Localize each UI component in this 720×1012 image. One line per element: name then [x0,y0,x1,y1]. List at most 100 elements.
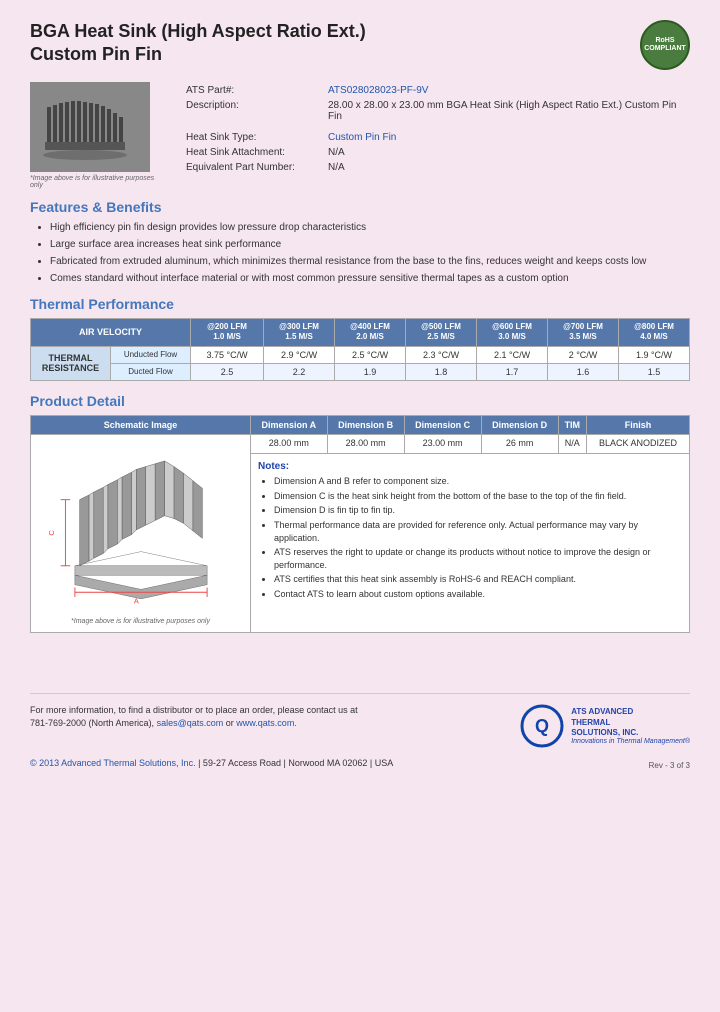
spacer-row [182,125,688,129]
footer-address: | 59-27 Access Road | Norwood MA 02062 |… [198,758,393,768]
col-schematic: Schematic Image [31,415,251,434]
part-label: ATS Part#: [182,84,322,97]
feature-item: High efficiency pin fin design provides … [50,221,690,235]
schematic-img-box: C A [41,438,241,618]
heat-sink-type-label: Heat Sink Type: [182,131,322,144]
footer-bottom: © 2013 Advanced Thermal Solutions, Inc. … [30,757,690,770]
product-detail-title: Product Detail [30,393,690,409]
col-dim-b: Dimension B [327,415,404,434]
schematic-svg: C A [46,443,236,613]
detail-values-row: C A *Image above is for illustrative pur… [31,434,690,453]
rohs-badge: RoHS COMPLIANT [640,20,690,70]
col-dim-d: Dimension D [481,415,558,434]
ducted-label: Ducted Flow [111,363,191,380]
equivalent-part-row: Equivalent Part Number: N/A [182,161,688,174]
thermal-performance-table: AIR VELOCITY @200 LFM 1.0 M/S @300 LFM 1… [30,318,690,381]
product-detail-main-table: Schematic Image Dimension A Dimension B … [30,415,690,633]
dim-c-value: 23.00 mm [404,434,481,453]
notes-section: Notes: Dimension A and B refer to compon… [254,457,686,606]
unducted-val-6: 1.9 °C/W [618,346,689,363]
footer-copyright-row: © 2013 Advanced Thermal Solutions, Inc. … [30,758,393,768]
features-list: High efficiency pin fin design provides … [30,221,690,286]
equivalent-part-label: Equivalent Part Number: [182,161,322,174]
col-dim-c: Dimension C [404,415,481,434]
rev-text: Rev - 3 of 3 [649,761,690,770]
title-block: BGA Heat Sink (High Aspect Ratio Ext.) C… [30,20,366,67]
note-item: ATS reserves the right to update or chan… [274,546,682,571]
dim-b-value: 28.00 mm [327,434,404,453]
heatsink-illustration [35,87,145,167]
detail-header-row: Schematic Image Dimension A Dimension B … [31,415,690,434]
col-600lfm: @600 LFM 3.0 M/S [477,319,548,347]
col-700lfm: @700 LFM 3.5 M/S [548,319,619,347]
product-image-area: *Image above is for illustrative purpose… [30,82,160,189]
col-dim-a: Dimension A [251,415,328,434]
unducted-val-0: 3.75 °C/W [191,346,264,363]
col-tim: TIM [558,415,586,434]
footer-contact: For more information, to find a distribu… [30,704,358,731]
footer-contact-text: For more information, to find a distribu… [30,704,358,718]
col-300lfm: @300 LFM 1.5 M/S [264,319,335,347]
part-number: ATS028028023-PF-9V [324,84,688,97]
note-item: ATS certifies that this heat sink assemb… [274,573,682,586]
finish-value: BLACK ANODIZED [587,434,690,453]
thermal-performance-title: Thermal Performance [30,296,690,312]
ats-logo-svg: Q [520,704,565,749]
description-row: Description: 28.00 x 28.00 x 23.00 mm BG… [182,99,688,123]
col-500lfm: @500 LFM 2.5 M/S [406,319,477,347]
part-row: ATS Part#: ATS028028023-PF-9V [182,84,688,97]
feature-item: Comes standard without interface materia… [50,272,690,286]
unducted-flow-row: THERMAL RESISTANCE Unducted Flow 3.75 °C… [31,346,690,363]
notes-list: Dimension A and B refer to component siz… [258,475,682,600]
thermal-header-row: AIR VELOCITY @200 LFM 1.0 M/S @300 LFM 1… [31,319,690,347]
col-800lfm: @800 LFM 4.0 M/S [618,319,689,347]
notes-title: Notes: [258,461,289,472]
col-200lfm: @200 LFM 1.0 M/S [191,319,264,347]
feature-item: Large surface area increases heat sink p… [50,238,690,252]
ducted-val-6: 1.5 [618,363,689,380]
attachment-value: N/A [324,146,688,159]
footer-contact-details: 781-769-2000 (North America), sales@qats… [30,717,358,731]
ducted-flow-row: Ducted Flow 2.5 2.2 1.9 1.8 1.7 1.6 1.5 [31,363,690,380]
page-title: BGA Heat Sink (High Aspect Ratio Ext.) C… [30,20,366,67]
copyright: © 2013 Advanced Thermal Solutions, Inc. [30,758,196,768]
feature-item: Fabricated from extruded aluminum, which… [50,255,690,269]
schematic-image-cell: C A *Image above is for illustrative pur… [31,434,251,632]
attachment-row: Heat Sink Attachment: N/A [182,146,688,159]
equivalent-part-value: N/A [324,161,688,174]
note-item: Contact ATS to learn about custom option… [274,588,682,601]
tim-value: N/A [558,434,586,453]
air-velocity-header: AIR VELOCITY [31,319,191,347]
header-row: BGA Heat Sink (High Aspect Ratio Ext.) C… [30,20,690,70]
description-label: Description: [182,99,322,123]
image-caption: *Image above is for illustrative purpose… [30,175,160,189]
footer: For more information, to find a distribu… [30,693,690,749]
thermal-resistance-label: THERMAL RESISTANCE [31,346,111,380]
attachment-label: Heat Sink Attachment: [182,146,322,159]
unducted-val-2: 2.5 °C/W [335,346,406,363]
unducted-label: Unducted Flow [111,346,191,363]
ducted-val-3: 1.8 [406,363,477,380]
col-400lfm: @400 LFM 2.0 M/S [335,319,406,347]
unducted-val-5: 2 °C/W [548,346,619,363]
unducted-val-4: 2.1 °C/W [477,346,548,363]
footer-email[interactable]: sales@qats.com [157,718,224,728]
dim-a-value: 28.00 mm [251,434,328,453]
ats-logo-tagline: Innovations in Thermal Management® [571,738,690,745]
svg-text:Q: Q [535,716,549,736]
note-item: Dimension C is the heat sink height from… [274,490,682,503]
ats-logo-text: ATS ADVANCEDTHERMALSOLUTIONS, INC. [571,707,690,738]
note-item: Thermal performance data are provided fo… [274,519,682,544]
ats-logo: Q ATS ADVANCEDTHERMALSOLUTIONS, INC. Inn… [520,704,690,749]
product-details: ATS Part#: ATS028028023-PF-9V Descriptio… [180,82,690,189]
schematic-caption: *Image above is for illustrative purpose… [34,618,247,629]
ducted-val-5: 1.6 [548,363,619,380]
page: BGA Heat Sink (High Aspect Ratio Ext.) C… [0,0,720,1012]
heat-sink-type-row: Heat Sink Type: Custom Pin Fin [182,131,688,144]
product-info-row: *Image above is for illustrative purpose… [30,82,690,189]
note-item: Dimension A and B refer to component siz… [274,475,682,488]
footer-website[interactable]: www.qats.com. [236,718,297,728]
product-detail-table: ATS Part#: ATS028028023-PF-9V Descriptio… [180,82,690,176]
dim-d-value: 26 mm [481,434,558,453]
note-item: Dimension D is fin tip to fin tip. [274,504,682,517]
